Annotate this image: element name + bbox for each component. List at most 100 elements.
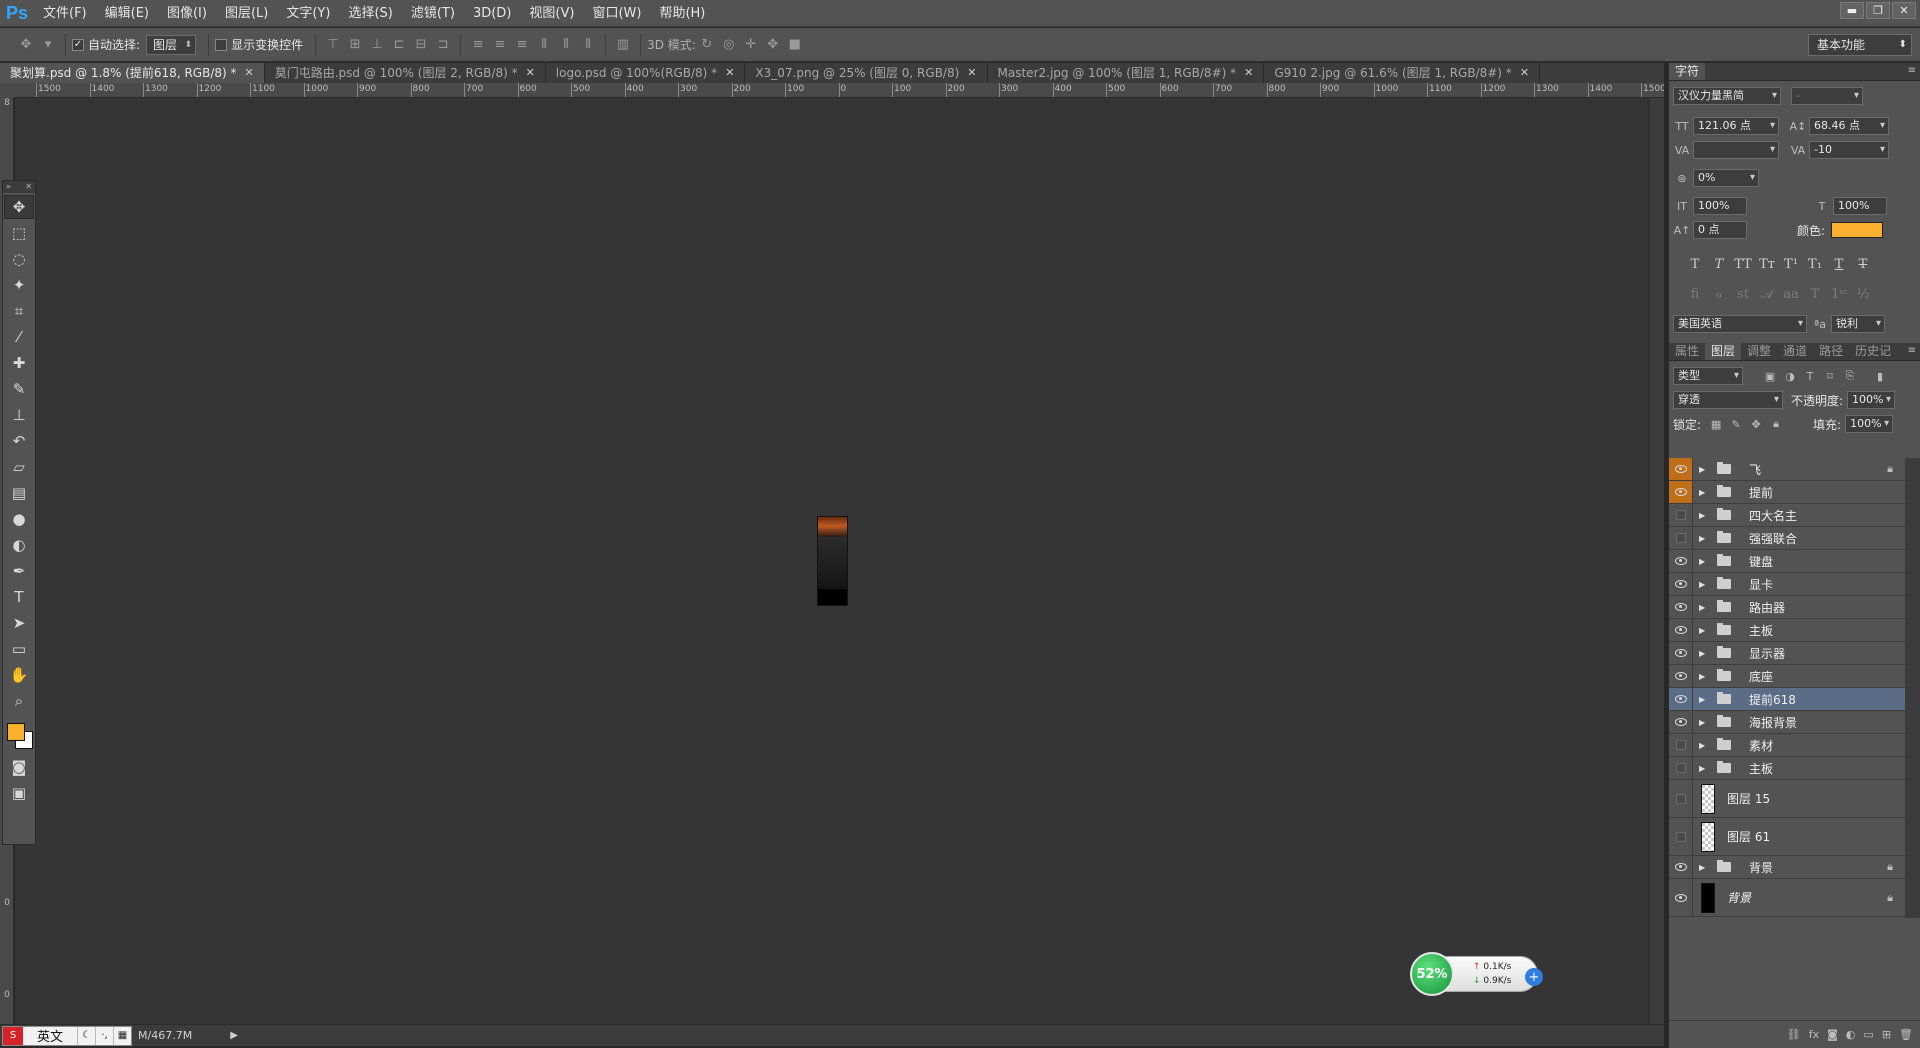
layer-name[interactable]: 路由器 [1749, 599, 1785, 616]
layer-group-row[interactable]: ▶ 键盘 [1669, 550, 1905, 573]
pen-tool-icon[interactable]: ✒ [4, 559, 34, 583]
layers-scrollbar[interactable] [1905, 458, 1920, 918]
alternates-icon[interactable]: aa [1779, 287, 1803, 302]
language-select[interactable]: 美国英语 [1673, 315, 1807, 333]
expand-triangle-icon[interactable]: ▶ [1699, 580, 1711, 589]
layer-style-icon[interactable]: fx [1809, 1028, 1819, 1041]
auto-select-checkbox[interactable]: ✓ [72, 38, 84, 51]
ruler-origin[interactable] [0, 83, 14, 98]
layer-name[interactable]: 图层 15 [1727, 790, 1770, 807]
opacity-field[interactable]: 100% [1847, 391, 1896, 409]
layer-name[interactable]: 底座 [1749, 668, 1773, 685]
layer-group-row[interactable]: ▶ 提前 [1669, 481, 1905, 504]
crop-tool-icon[interactable]: ⌗ [4, 299, 34, 323]
healing-brush-tool-icon[interactable]: ✚ [4, 351, 34, 375]
layer-name[interactable]: 显示器 [1749, 645, 1785, 662]
contextual-icon[interactable]: ℴ [1707, 287, 1731, 302]
panel-menu-icon[interactable]: ≡ [1908, 345, 1916, 356]
clone-stamp-tool-icon[interactable]: ⊥ [4, 403, 34, 427]
layer-filter-select[interactable]: 类型 [1673, 367, 1743, 385]
menu-item[interactable]: 图层(L) [216, 0, 277, 27]
ime-language[interactable]: 英文 [23, 1026, 77, 1045]
3d-scale-icon[interactable]: ■ [787, 37, 803, 53]
link-layers-icon[interactable]: ⛓ [1787, 1028, 1801, 1041]
leading-field[interactable]: 68.46 点 [1809, 117, 1889, 135]
tab-close-icon[interactable]: ✕ [1244, 63, 1253, 83]
filter-type-icon[interactable]: T [1801, 370, 1819, 383]
visibility-toggle[interactable] [1669, 619, 1693, 641]
tsume-field[interactable]: 0% [1693, 169, 1759, 187]
menu-item[interactable]: 编辑(E) [96, 0, 158, 27]
auto-select-dropdown[interactable]: 图层 [146, 34, 197, 55]
expand-triangle-icon[interactable]: ▶ [1699, 741, 1711, 750]
align-bottom-icon[interactable]: ⊥ [369, 37, 385, 53]
subscript-icon[interactable]: T₁ [1803, 257, 1827, 272]
layer-name[interactable]: 提前618 [1749, 691, 1796, 708]
kerning-field[interactable] [1693, 141, 1779, 159]
layer-group-row[interactable]: ▶ 强强联合 [1669, 527, 1905, 550]
blend-mode-select[interactable]: 穿透 [1673, 391, 1783, 409]
visibility-toggle[interactable] [1669, 879, 1693, 916]
menu-item[interactable]: 图像(I) [158, 0, 216, 27]
small-caps-icon[interactable]: Tт [1755, 257, 1779, 272]
tab-close-icon[interactable]: ✕ [967, 63, 976, 83]
layer-group-row[interactable]: ▶ 显卡 [1669, 573, 1905, 596]
eyedropper-tool-icon[interactable]: ⁄ [4, 325, 34, 349]
layer-name[interactable]: 主板 [1749, 760, 1773, 777]
layer-group-row[interactable]: ▶ 主板 [1669, 757, 1905, 780]
titling-icon[interactable]: T [1803, 287, 1827, 302]
layer-group-row[interactable]: ▶ 底座 [1669, 665, 1905, 688]
align-top-icon[interactable]: ⊤ [325, 37, 341, 53]
distribute-top-icon[interactable]: ≡ [470, 37, 486, 53]
layer-name[interactable]: 主板 [1749, 622, 1773, 639]
type-tool-icon[interactable]: T [4, 585, 34, 609]
document-tab[interactable]: 莫门屯路由.psd @ 100% (图层 2, RGB/8) * ✕ [265, 63, 546, 83]
delete-layer-icon[interactable]: 🗑︎ [1899, 1028, 1913, 1041]
visibility-toggle[interactable] [1669, 596, 1693, 618]
menu-item[interactable]: 视图(V) [520, 0, 583, 27]
document-tab[interactable]: X3_07.png @ 25% (图层 0, RGB/8) ✕ [745, 63, 988, 83]
document-tab[interactable]: G910 2.jpg @ 61.6% (图层 1, RGB/8#) * ✕ [1264, 63, 1541, 83]
menu-item[interactable]: 文件(F) [34, 0, 96, 27]
distribute-left-icon[interactable]: ⦀ [536, 37, 552, 53]
menu-item[interactable]: 帮助(H) [650, 0, 714, 27]
zoom-tool-icon[interactable]: ⌕ [4, 689, 34, 713]
history-brush-tool-icon[interactable]: ↶ [4, 429, 34, 453]
layer-row[interactable]: 背景 🔒︎ [1669, 879, 1905, 917]
keyboard-icon[interactable]: ▦ [113, 1026, 131, 1045]
layer-name[interactable]: 背景 [1749, 859, 1773, 876]
filter-pixel-icon[interactable]: ▣ [1761, 370, 1779, 383]
layer-group-row[interactable]: ▶ 海报背景 [1669, 711, 1905, 734]
rectangle-tool-icon[interactable]: ▭ [4, 637, 34, 661]
expand-triangle-icon[interactable]: ▶ [1699, 863, 1711, 872]
visibility-toggle[interactable] [1669, 642, 1693, 664]
new-layer-icon[interactable]: ⊞ [1882, 1028, 1891, 1041]
expand-triangle-icon[interactable]: ▶ [1699, 718, 1711, 727]
tool-preset-dropdown-icon[interactable]: ▾ [40, 37, 56, 53]
layer-group-row[interactable]: ▶ 素材 [1669, 734, 1905, 757]
layer-group-row[interactable]: ▶ 显示器 [1669, 642, 1905, 665]
visibility-toggle[interactable] [1669, 711, 1693, 733]
punctuation-icon[interactable]: ·, [95, 1026, 113, 1045]
moon-icon[interactable]: ☾ [77, 1026, 95, 1045]
eraser-tool-icon[interactable]: ▱ [4, 455, 34, 479]
expand-triangle-icon[interactable]: ▶ [1699, 695, 1711, 704]
layer-name[interactable]: 四大名主 [1749, 507, 1797, 524]
font-family-select[interactable]: 汉仪力量黑简 [1673, 87, 1781, 105]
visibility-toggle[interactable] [1669, 757, 1693, 779]
3d-roll-icon[interactable]: ◎ [721, 37, 737, 53]
3d-drag-icon[interactable]: ✛ [743, 37, 759, 53]
visibility-toggle[interactable] [1669, 481, 1693, 503]
visibility-toggle[interactable] [1669, 573, 1693, 595]
baseline-shift-field[interactable]: 0 点 [1693, 221, 1747, 239]
visibility-toggle[interactable] [1669, 818, 1693, 855]
font-style-select[interactable]: - [1791, 87, 1863, 105]
discretionary-icon[interactable]: st [1731, 287, 1755, 302]
magic-wand-tool-icon[interactable]: ✦ [4, 273, 34, 297]
antialias-select[interactable]: 锐利 [1831, 315, 1885, 333]
layer-name[interactable]: 素材 [1749, 737, 1773, 754]
horizontal-ruler[interactable]: 1500 1400 1300 1200 1100 1000 900 800 700 600 500 4… [14, 83, 1664, 98]
minimize-button[interactable]: ▬ [1840, 2, 1864, 19]
expand-triangle-icon[interactable]: ▶ [1699, 626, 1711, 635]
tab-close-icon[interactable]: ✕ [1520, 63, 1529, 83]
